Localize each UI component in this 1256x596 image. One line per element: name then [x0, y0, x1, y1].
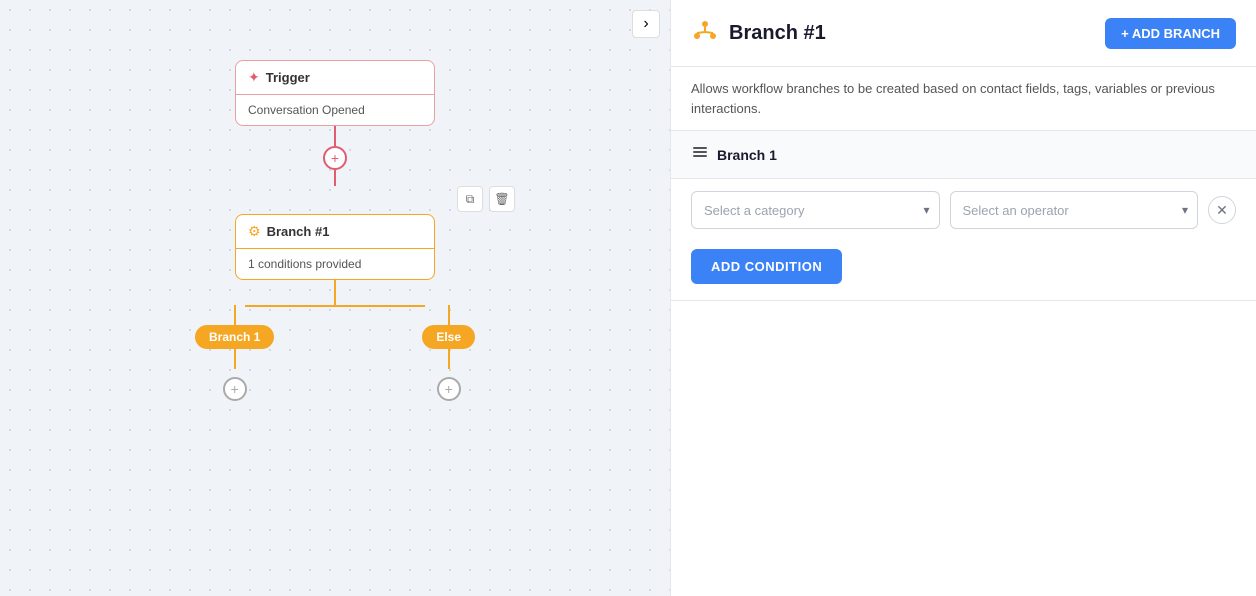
branch-header: ⚙ Branch #1	[236, 215, 434, 249]
branch-section-header: Branch 1	[671, 131, 1256, 179]
branch-outputs-container: Branch 1 + Else +	[195, 305, 475, 401]
branch-section-title: Branch 1	[717, 147, 777, 163]
chevron-right-icon: ›	[643, 15, 648, 33]
trigger-header: ✦ Trigger	[236, 61, 434, 95]
branch-connector-down	[334, 280, 336, 305]
panel-header: Branch #1 + ADD BRANCH	[671, 0, 1256, 67]
panel-description: Allows workflow branches to be created b…	[671, 67, 1256, 131]
add-condition-button[interactable]: ADD CONDITION	[691, 249, 842, 284]
operator-select-wrapper: Select an operator ▾	[950, 191, 1199, 229]
category-select[interactable]: Select a category	[691, 191, 940, 229]
panel-body: Branch 1 Select a category ▾ Select an o…	[671, 131, 1256, 596]
node-actions: ⧉ 🗑	[457, 186, 515, 212]
category-select-wrapper: Select a category ▾	[691, 191, 940, 229]
trigger-icon: ✦	[248, 69, 260, 86]
collapse-button[interactable]: ›	[632, 10, 660, 38]
operator-select[interactable]: Select an operator	[950, 191, 1199, 229]
copy-button[interactable]: ⧉	[457, 186, 483, 212]
branch-horizontal-line	[245, 305, 425, 307]
branch-node-body: 1 conditions provided	[236, 249, 434, 279]
connector-line-2	[334, 170, 336, 186]
delete-icon: 🗑	[494, 192, 509, 206]
canvas-area: › ✦ Trigger Conversation Opened + ⧉ 🗑	[0, 0, 670, 596]
else-connector	[448, 305, 450, 325]
branch-node-icon: ⚙	[248, 223, 261, 240]
branch-node-title: Branch #1	[267, 224, 330, 239]
else-connector-bot	[448, 349, 450, 369]
add-node-else[interactable]: +	[437, 377, 461, 401]
trigger-title: Trigger	[266, 70, 310, 85]
trigger-body: Conversation Opened	[236, 95, 434, 125]
add-branch-button[interactable]: + ADD BRANCH	[1105, 18, 1236, 49]
right-panel: Branch #1 + ADD BRANCH Allows workflow b…	[670, 0, 1256, 596]
trigger-node: ✦ Trigger Conversation Opened	[235, 60, 435, 126]
branch-1-label: Branch 1	[195, 325, 274, 349]
add-node-button-1[interactable]: +	[323, 146, 347, 170]
list-icon	[691, 143, 709, 166]
branch-node: ⚙ Branch #1 1 conditions provided	[235, 214, 435, 280]
branch-1-connector	[234, 305, 236, 325]
condition-row: Select a category ▾ Select an operator ▾…	[671, 179, 1256, 241]
panel-title: Branch #1	[729, 22, 826, 45]
connector-line-1	[334, 126, 336, 146]
add-node-branch1[interactable]: +	[223, 377, 247, 401]
delete-button[interactable]: 🗑	[489, 186, 515, 212]
workflow-container: ✦ Trigger Conversation Opened + ⧉ 🗑 ⚙ Br…	[195, 60, 475, 401]
else-label: Else	[422, 325, 475, 349]
branch-output-1: Branch 1 +	[195, 305, 274, 401]
panel-title-group: Branch #1	[691, 16, 826, 50]
close-icon: ✕	[1216, 202, 1228, 219]
remove-condition-button[interactable]: ✕	[1208, 196, 1236, 224]
branch-output-else: Else +	[422, 305, 475, 401]
copy-icon: ⧉	[466, 192, 475, 207]
branch-outputs: Branch 1 + Else +	[195, 305, 475, 401]
branch-1-connector-bot	[234, 349, 236, 369]
branch-section-1: Branch 1 Select a category ▾ Select an o…	[671, 131, 1256, 301]
panel-branch-icon	[691, 16, 719, 50]
